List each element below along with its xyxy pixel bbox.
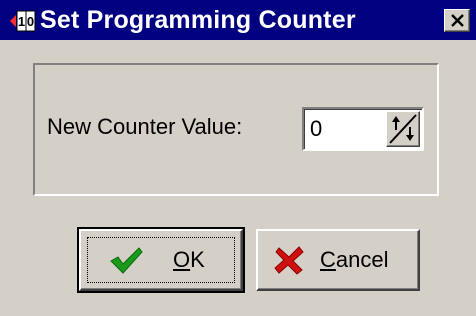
x-icon [274, 245, 304, 281]
cancel-button[interactable]: Cancel [256, 229, 420, 291]
counter-value-input[interactable] [310, 115, 394, 143]
close-button[interactable] [444, 9, 470, 32]
cancel-label: Cancel [320, 247, 389, 272]
counter-value-label: New Counter Value: [47, 114, 243, 139]
ok-button[interactable]: OK [77, 227, 245, 293]
window-title: Set Programming Counter [40, 6, 356, 34]
svg-text:1: 1 [18, 14, 25, 29]
ok-label: OK [173, 247, 205, 272]
counter-digits-icon: 1 0 [10, 10, 36, 32]
svg-text:0: 0 [27, 14, 34, 29]
checkmark-icon [109, 245, 143, 281]
counter-spin-box [302, 107, 424, 151]
spin-button[interactable] [386, 111, 420, 147]
spin-up-down-icon [389, 114, 417, 144]
title-bar[interactable]: 1 0 Set Programming Counter [0, 0, 476, 40]
dialog-window: 1 0 Set Programming Counter New Counter … [0, 0, 476, 316]
close-icon [451, 14, 464, 27]
